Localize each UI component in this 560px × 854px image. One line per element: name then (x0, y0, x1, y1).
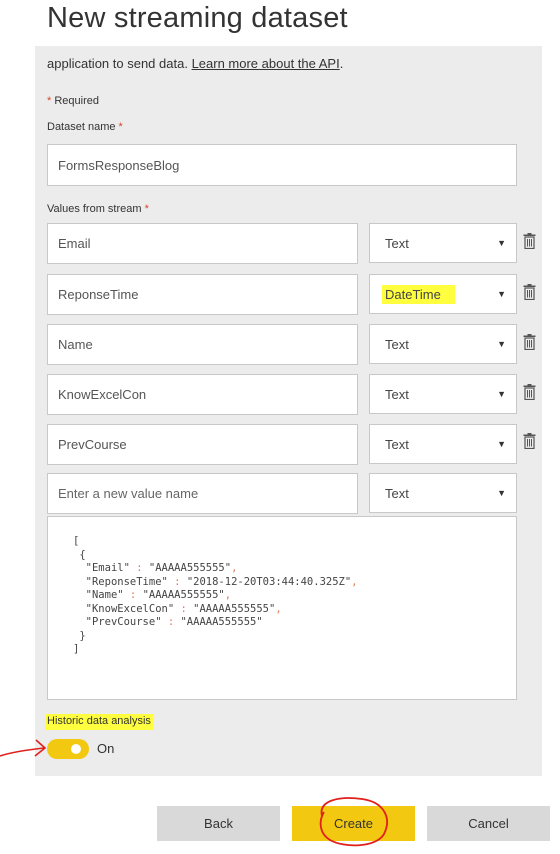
value-type-text: Text (385, 336, 409, 352)
json-line: "PrevCourse" : "AAAAA555555" (85, 616, 263, 628)
dataset-name-label: Dataset name * (47, 121, 123, 133)
cancel-button[interactable]: Cancel (427, 806, 550, 841)
json-key: "KnowExcelCon" (85, 602, 175, 615)
caret-down-icon: ▼ (497, 339, 506, 349)
back-button[interactable]: Back (157, 806, 280, 841)
value-name-input[interactable]: Email (47, 223, 358, 264)
values-from-stream-label-text: Values from stream (47, 203, 142, 215)
historic-data-toggle[interactable] (47, 739, 89, 759)
json-key: "ReponseTime" (85, 575, 168, 588)
json-open-brace: { (79, 548, 86, 561)
json-close-bracket: ] (73, 643, 80, 655)
value-type-select[interactable]: Text ▼ (369, 324, 517, 364)
json-sep: , (231, 562, 238, 574)
description-text: application to send data. (47, 56, 188, 71)
json-preview-text: [ { "Email" : "AAAAA555555", "ReponseTim… (73, 535, 358, 657)
description-tail: . (339, 56, 344, 71)
value-type-text: DateTime (382, 284, 455, 304)
value-type-text: Text (385, 235, 409, 251)
json-value: "AAAAA555555" (142, 589, 225, 601)
json-preview: [ { "Email" : "AAAAA555555", "ReponseTim… (47, 516, 517, 700)
historic-data-label: Historic data analysis (45, 714, 154, 730)
caret-down-icon: ▼ (497, 439, 506, 449)
trash-icon[interactable] (523, 284, 536, 300)
value-type-select[interactable]: Text ▼ (369, 424, 517, 464)
value-type-text: Text (385, 436, 409, 452)
required-text: Required (54, 95, 99, 107)
required-star: * (118, 121, 123, 133)
trash-icon[interactable] (523, 384, 536, 400)
toggle-state-label: On (97, 741, 115, 756)
json-key: "Name" (85, 589, 124, 601)
json-sep: , (224, 589, 232, 601)
value-type-select[interactable]: Text ▼ (369, 374, 517, 414)
json-key: "PrevCourse" (85, 616, 162, 628)
json-value: "2018-12-20T03:44:40.325Z" (186, 575, 352, 588)
values-from-stream-label: Values from stream * (47, 203, 149, 215)
json-value: "AAAAA555555" (148, 562, 232, 574)
trash-icon[interactable] (523, 433, 536, 449)
value-type-text: Text (385, 485, 409, 501)
required-note: * Required (47, 95, 99, 107)
caret-down-icon: ▼ (497, 389, 506, 399)
trash-icon[interactable] (523, 233, 536, 249)
new-value-name-input[interactable]: Enter a new value name (47, 473, 358, 514)
json-line: "ReponseTime" : "2018-12-20T03:44:40.325… (85, 575, 358, 588)
page-title: New streaming dataset (47, 2, 348, 34)
required-star: * (144, 203, 149, 215)
value-name-input[interactable]: ReponseTime (47, 274, 358, 315)
json-value: "AAAAA555555" (180, 616, 263, 628)
value-name-input[interactable]: Name (47, 324, 358, 365)
value-name-input[interactable]: KnowExcelCon (47, 374, 358, 415)
description: application to send data. Learn more abo… (47, 56, 343, 71)
caret-down-icon: ▼ (497, 238, 506, 248)
json-sep: , (275, 602, 282, 615)
json-line: "Email" : "AAAAA555555", (85, 562, 238, 574)
json-line: "KnowExcelCon" : "AAAAA555555", (85, 602, 282, 615)
value-type-select[interactable]: Text ▼ (369, 223, 517, 263)
create-button[interactable]: Create (292, 806, 415, 841)
dataset-name-label-text: Dataset name (47, 121, 116, 133)
caret-down-icon: ▼ (497, 488, 506, 498)
json-line: "Name" : "AAAAA555555", (85, 589, 232, 601)
learn-more-link[interactable]: Learn more about the API (192, 56, 340, 71)
json-sep: , (351, 575, 358, 588)
toggle-knob (71, 744, 81, 754)
value-type-select[interactable]: DateTime ▼ (369, 274, 517, 314)
required-star: * (47, 95, 52, 107)
value-type-text: Text (385, 386, 409, 402)
trash-icon[interactable] (523, 334, 536, 350)
caret-down-icon: ▼ (497, 289, 506, 299)
json-open-bracket: [ (73, 535, 80, 547)
dataset-name-input[interactable]: FormsResponseBlog (47, 144, 517, 186)
json-close-brace: } (79, 629, 86, 642)
value-name-input[interactable]: PrevCourse (47, 424, 358, 465)
json-key: "Email" (85, 562, 130, 574)
new-value-type-select[interactable]: Text ▼ (369, 473, 517, 513)
json-value: "AAAAA555555" (193, 602, 276, 615)
